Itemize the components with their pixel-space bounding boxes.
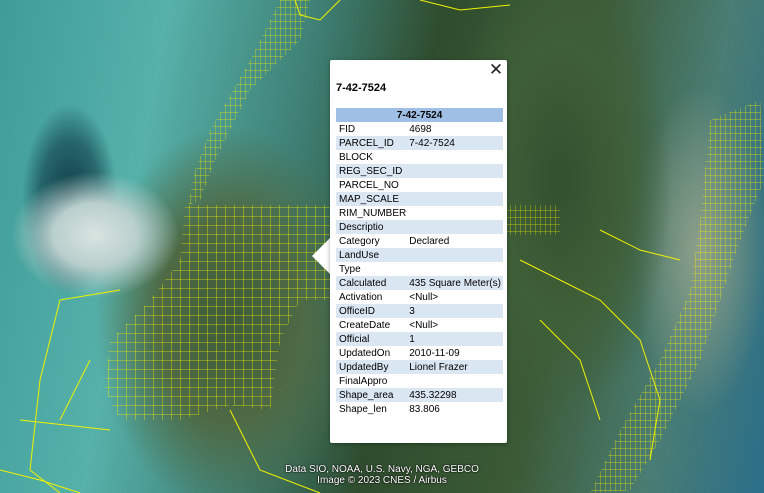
attribute-value xyxy=(406,164,503,178)
attribute-row: Calculated 435 Square Meter(s) xyxy=(336,276,503,290)
attribute-row: UpdatedOn 2010-11-09 xyxy=(336,346,503,360)
map-attribution: Data SIO, NOAA, U.S. Navy, NGA, GEBCO Im… xyxy=(0,464,764,486)
attribute-key: UpdatedBy xyxy=(336,360,407,374)
close-icon[interactable]: ✕ xyxy=(488,61,504,79)
attribute-value: <Null> xyxy=(409,291,439,303)
attribute-key: FID xyxy=(339,123,356,135)
attribute-row: Descriptio xyxy=(336,220,503,234)
attribute-value xyxy=(406,178,503,192)
attribute-value: 83.806 xyxy=(409,403,440,415)
attribution-line-1: Data SIO, NOAA, U.S. Navy, NGA, GEBCO xyxy=(285,464,479,475)
attribute-value: Declared xyxy=(409,235,450,247)
attribute-key: UpdatedOn xyxy=(339,347,391,359)
attribute-key: LandUse xyxy=(336,248,407,262)
attribute-key: MAP_SCALE xyxy=(336,192,407,206)
parcel-strip-coast xyxy=(188,0,310,205)
parcel-outline-east xyxy=(519,229,681,461)
attribute-value xyxy=(406,192,503,206)
parcel-info-popup: ✕ 7-42-7524 7-42-7524 FID 4698 PARCEL_ID 7-… xyxy=(330,60,507,443)
attribute-key: RIM_NUMBER xyxy=(339,207,407,219)
attribute-value: 435.32298 xyxy=(406,388,503,402)
attribute-value xyxy=(406,374,503,388)
attribute-key: PARCEL_ID xyxy=(336,136,407,150)
parcel-block-main xyxy=(105,205,330,420)
attribute-key: BLOCK xyxy=(339,151,373,163)
attribute-value xyxy=(406,150,503,164)
attribute-row: Official 1 xyxy=(336,332,503,346)
attribute-row: BLOCK xyxy=(336,150,503,164)
attribute-key: Category xyxy=(339,235,380,247)
attribute-key: OfficeID xyxy=(336,304,407,318)
attribution-line-2: Image © 2023 CNES / Airbus xyxy=(317,475,447,486)
attribute-key: Descriptio xyxy=(336,220,407,234)
attribute-key: Calculated xyxy=(336,276,407,290)
attribute-row: OfficeID 3 xyxy=(336,304,503,318)
attribute-key: Type xyxy=(339,263,361,275)
attribute-value: 4698 xyxy=(409,123,432,135)
parcel-block-east xyxy=(505,205,560,235)
attribute-value: 1 xyxy=(406,332,503,346)
attribute-row: Type xyxy=(336,262,503,276)
attribute-value: 2010-11-09 xyxy=(409,347,460,359)
attribute-row: Activation <Null> xyxy=(336,290,503,304)
attribute-key: Activation xyxy=(339,291,383,303)
attribute-row: Category Declared xyxy=(336,234,503,248)
attribute-value: 7-42-7524 xyxy=(406,136,503,150)
attribute-key: CreateDate xyxy=(339,319,391,331)
attribute-value: Lionel Frazer xyxy=(406,360,503,374)
attribute-key: Shape_area xyxy=(336,388,407,402)
parcel-outline-north xyxy=(294,0,511,21)
attribute-table-header: 7-42-7524 xyxy=(336,108,503,122)
attribute-row: FinalAppro xyxy=(336,374,503,388)
attribute-value: 3 xyxy=(406,304,503,318)
attribute-key: Official xyxy=(336,332,407,346)
attribute-row: RIM_NUMBER xyxy=(336,206,503,220)
popup-pointer xyxy=(312,238,330,274)
attribute-value xyxy=(406,262,503,276)
attribute-row: Shape_area 435.32298 xyxy=(336,388,503,402)
attribute-row: PARCEL_ID 7-42-7524 xyxy=(336,136,503,150)
attribute-row: MAP_SCALE xyxy=(336,192,503,206)
attribute-value xyxy=(406,248,503,262)
attribute-key: Shape_len xyxy=(339,403,387,415)
attribute-row: LandUse xyxy=(336,248,503,262)
popup-title: 7-42-7524 xyxy=(336,82,387,94)
attribute-key: REG_SEC_ID xyxy=(336,164,407,178)
attribute-row: CreateDate <Null> xyxy=(336,318,503,332)
attribute-value: <Null> xyxy=(409,319,439,331)
parcel-strip-east xyxy=(590,100,764,493)
attribute-row: FID 4698 xyxy=(336,122,503,136)
attribute-table: 7-42-7524 FID 4698 PARCEL_ID 7-42-7524 BLOCK… xyxy=(336,108,503,416)
attribute-key: PARCEL_NO xyxy=(339,179,399,191)
attribute-row: Shape_len 83.806 xyxy=(336,402,503,416)
attribute-row: UpdatedBy Lionel Frazer xyxy=(336,360,503,374)
attribute-key: FinalAppro xyxy=(339,375,388,387)
attribute-value xyxy=(406,206,503,220)
attribute-value: 435 Square Meter(s) xyxy=(406,276,503,290)
attribute-row: PARCEL_NO xyxy=(336,178,503,192)
attribute-value xyxy=(406,220,503,234)
attribute-row: REG_SEC_ID xyxy=(336,164,503,178)
